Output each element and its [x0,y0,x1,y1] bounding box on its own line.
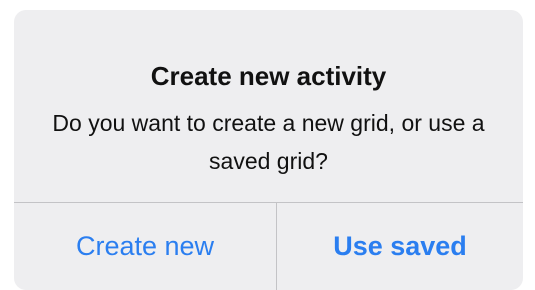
dialog-title: Create new activity [150,61,387,91]
alert-body: Create new activity Do you want to creat… [14,10,523,202]
create-new-button[interactable]: Create new [14,203,276,290]
dialog-message: Do you want to create a new grid, or use… [52,110,485,174]
alert-dialog: Create new activity Do you want to creat… [14,10,523,290]
use-saved-button[interactable]: Use saved [277,203,523,290]
